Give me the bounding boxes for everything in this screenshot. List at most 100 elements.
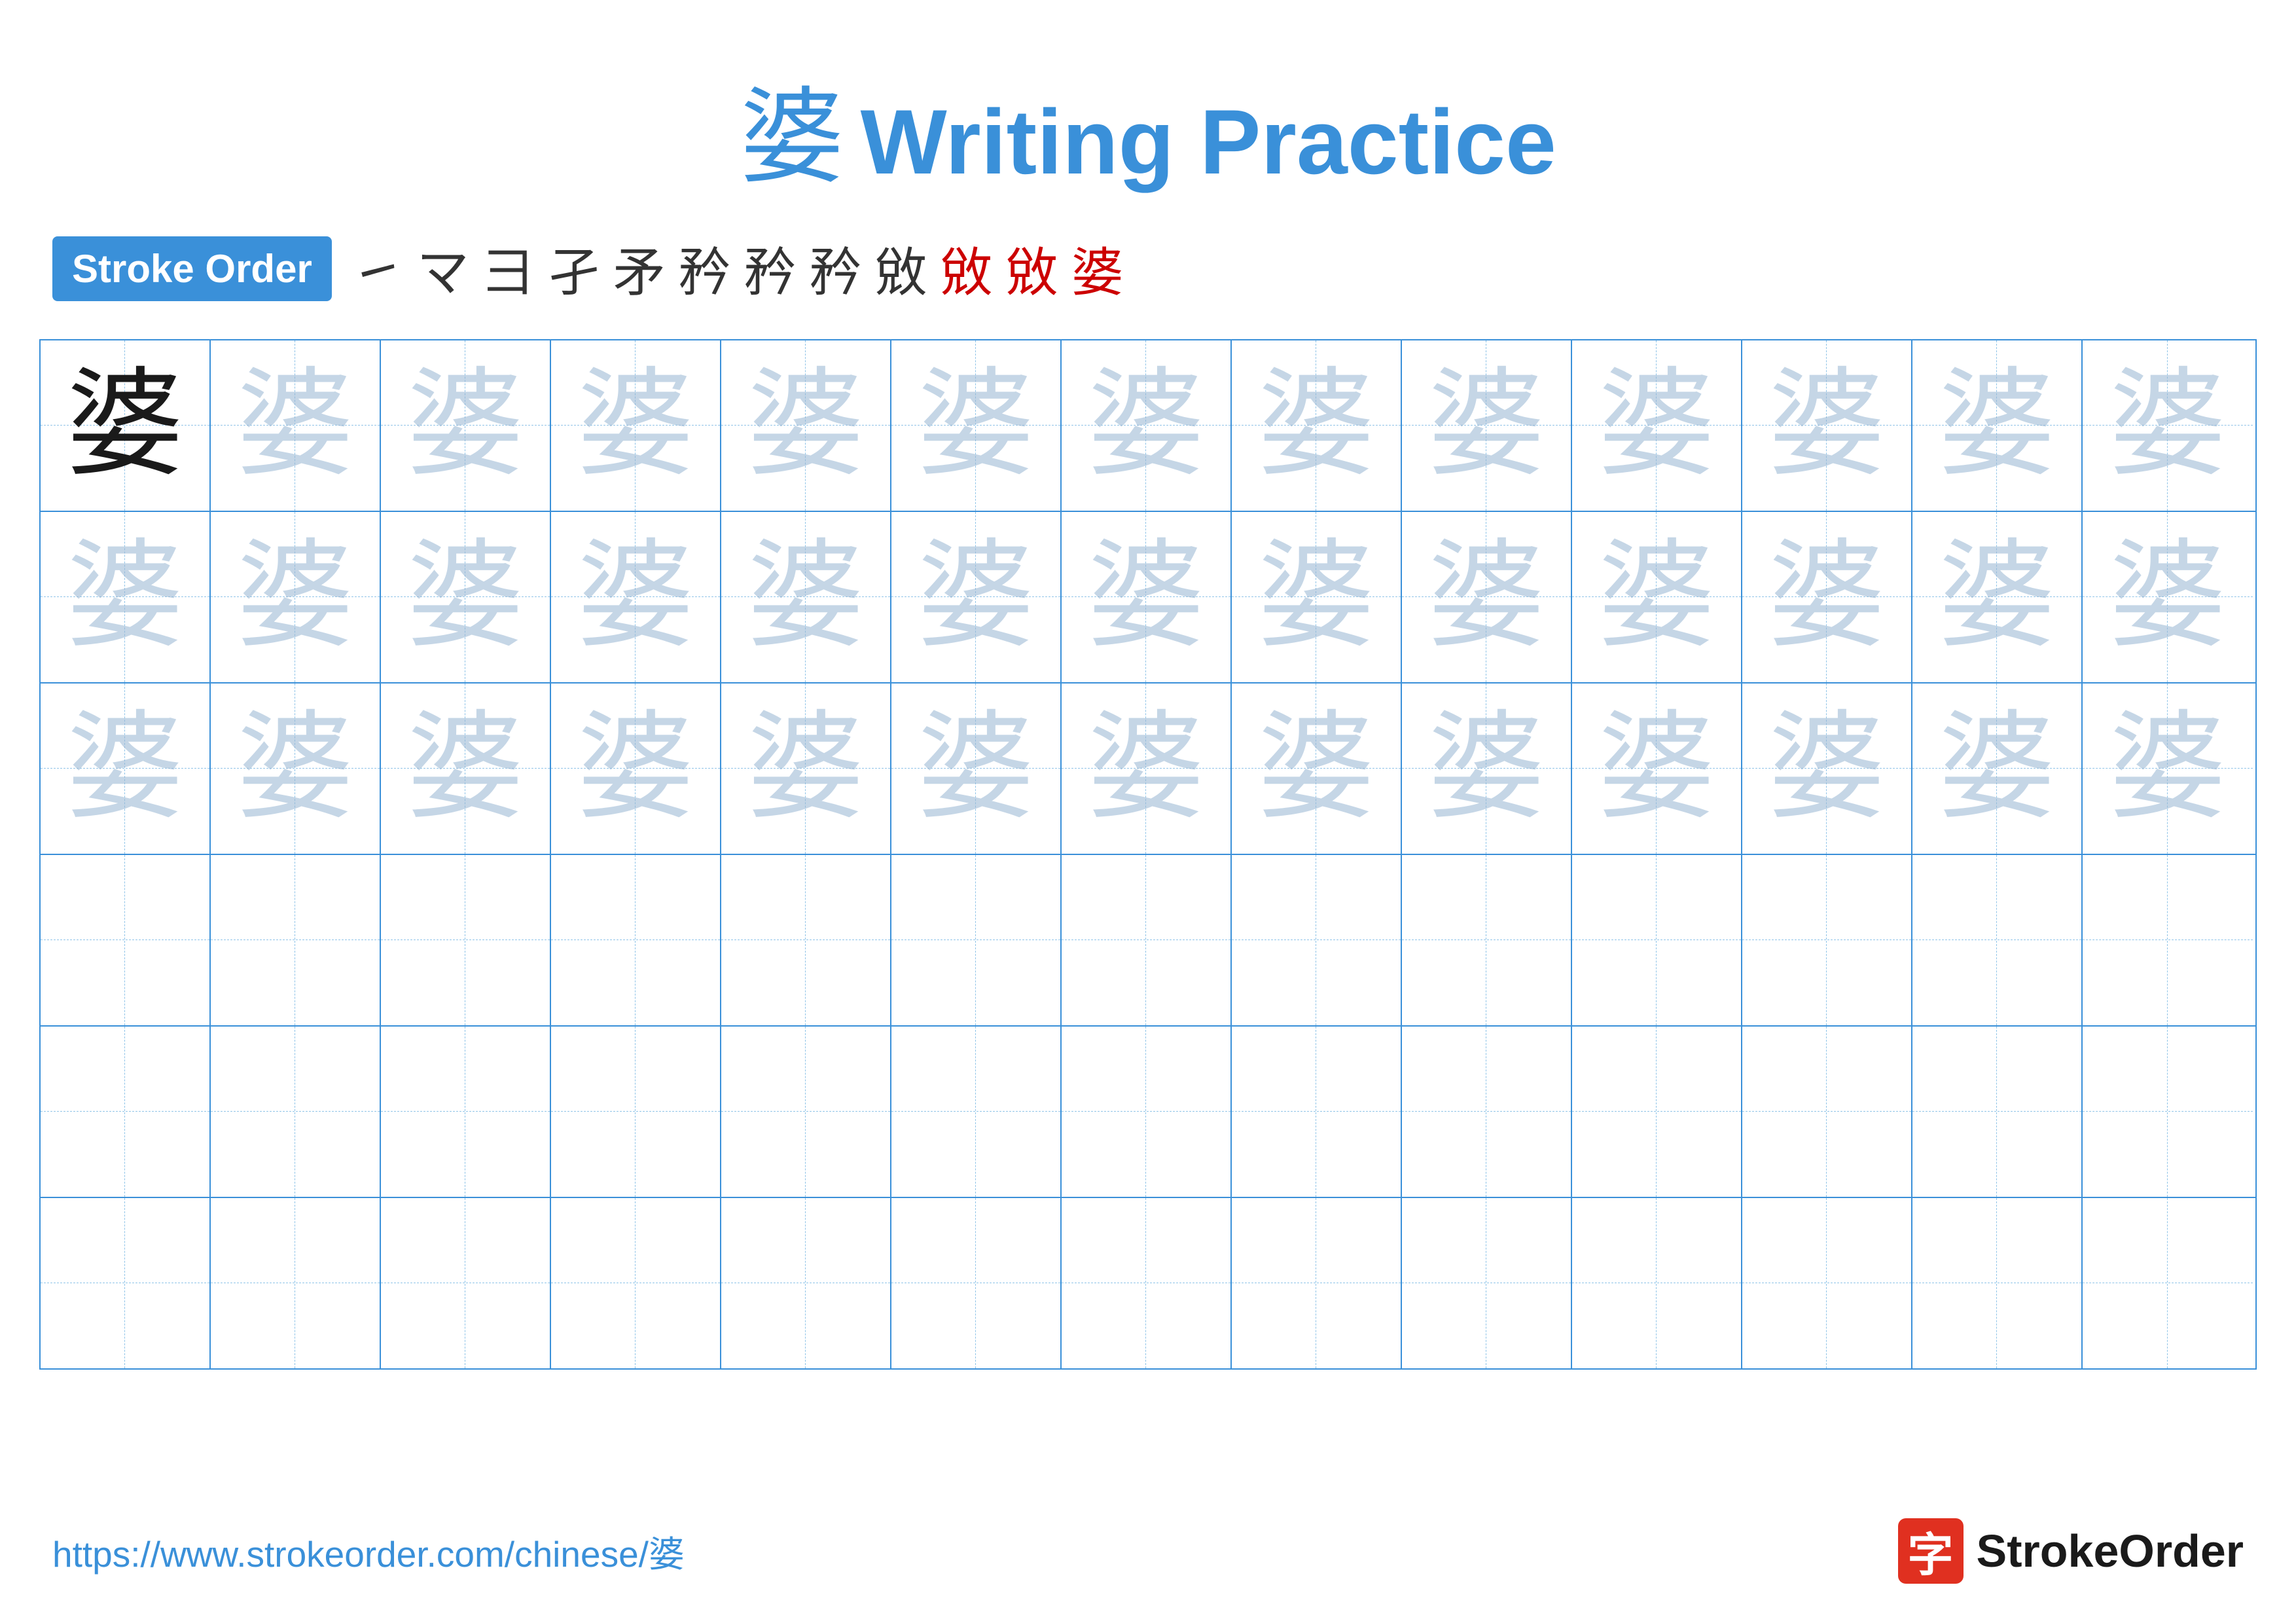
grid-cell-6-9 — [1402, 1198, 1572, 1368]
grid-cell-5-2 — [211, 1027, 381, 1197]
grid-cell-3-6: 婆 — [891, 684, 1062, 854]
grid-cell-4-1 — [41, 855, 211, 1025]
title-section: 婆 Writing Practice — [0, 0, 2296, 204]
char-light: 婆 — [917, 538, 1035, 656]
grid-cell-6-12 — [1912, 1198, 2083, 1368]
grid-cell-3-7: 婆 — [1062, 684, 1232, 854]
char-light: 婆 — [1598, 367, 1715, 484]
grid-row-3: 婆 婆 婆 婆 婆 婆 婆 婆 婆 婆 婆 婆 婆 — [41, 684, 2255, 855]
grid-cell-5-5 — [721, 1027, 891, 1197]
grid-cell-4-10 — [1572, 855, 1742, 1025]
char-light: 婆 — [236, 538, 354, 656]
char-light: 婆 — [577, 710, 694, 828]
char-light: 婆 — [747, 710, 865, 828]
grid-cell-4-9 — [1402, 855, 1572, 1025]
char-light: 婆 — [1768, 367, 1886, 484]
practice-grid: 婆 婆 婆 婆 婆 婆 婆 婆 婆 婆 婆 婆 婆 婆 婆 婆 婆 婆 婆 婆 … — [39, 339, 2257, 1370]
char-light: 婆 — [577, 538, 694, 656]
grid-row-5 — [41, 1027, 2255, 1198]
char-light: 婆 — [917, 367, 1035, 484]
stroke-order-badge: Stroke Order — [52, 236, 332, 301]
char-light: 婆 — [747, 538, 865, 656]
char-light: 婆 — [66, 538, 184, 656]
char-light: 婆 — [406, 710, 524, 828]
grid-cell-6-2 — [211, 1198, 381, 1368]
footer-logo: 字 StrokeOrder — [1898, 1518, 2244, 1584]
title-char: 婆 — [740, 80, 844, 196]
grid-cell-2-1: 婆 — [41, 512, 211, 682]
stroke-step-4: 孑 — [548, 230, 600, 306]
char-light: 婆 — [236, 710, 354, 828]
stroke-order-section: Stroke Order ㇀ マ 彐 孑 矛 矜 矜 矜 敓 敓 敓 婆 — [0, 230, 2296, 306]
grid-cell-4-12 — [1912, 855, 2083, 1025]
grid-cell-2-9: 婆 — [1402, 512, 1572, 682]
grid-cell-3-5: 婆 — [721, 684, 891, 854]
grid-cell-2-6: 婆 — [891, 512, 1062, 682]
char-light: 婆 — [577, 367, 694, 484]
grid-cell-3-11: 婆 — [1742, 684, 1912, 854]
grid-cell-4-11 — [1742, 855, 1912, 1025]
grid-cell-4-4 — [551, 855, 721, 1025]
grid-cell-4-3 — [381, 855, 551, 1025]
char-light: 婆 — [2109, 367, 2227, 484]
char-light: 婆 — [1257, 367, 1375, 484]
char-light: 婆 — [1768, 538, 1886, 656]
grid-cell-3-9: 婆 — [1402, 684, 1572, 854]
grid-cell-4-7 — [1062, 855, 1232, 1025]
char-light: 婆 — [1087, 367, 1205, 484]
grid-cell-6-3 — [381, 1198, 551, 1368]
grid-cell-3-13: 婆 — [2083, 684, 2253, 854]
grid-cell-6-11 — [1742, 1198, 1912, 1368]
grid-cell-1-10: 婆 — [1572, 340, 1742, 511]
grid-cell-6-5 — [721, 1198, 891, 1368]
grid-row-4 — [41, 855, 2255, 1027]
grid-cell-1-7: 婆 — [1062, 340, 1232, 511]
grid-cell-5-11 — [1742, 1027, 1912, 1197]
grid-cell-1-11: 婆 — [1742, 340, 1912, 511]
grid-cell-3-1: 婆 — [41, 684, 211, 854]
grid-cell-6-7 — [1062, 1198, 1232, 1368]
stroke-step-11: 敓 — [1006, 230, 1058, 306]
grid-row-2: 婆 婆 婆 婆 婆 婆 婆 婆 婆 婆 婆 婆 婆 — [41, 512, 2255, 684]
grid-cell-3-10: 婆 — [1572, 684, 1742, 854]
grid-cell-1-5: 婆 — [721, 340, 891, 511]
grid-cell-6-8 — [1232, 1198, 1402, 1368]
stroke-step-10: 敓 — [941, 230, 993, 306]
grid-cell-2-12: 婆 — [1912, 512, 2083, 682]
grid-cell-2-4: 婆 — [551, 512, 721, 682]
logo-icon: 字 — [1898, 1518, 1964, 1584]
grid-cell-5-4 — [551, 1027, 721, 1197]
char-light: 婆 — [917, 710, 1035, 828]
grid-cell-1-9: 婆 — [1402, 340, 1572, 511]
char-solid: 婆 — [66, 367, 184, 484]
grid-cell-3-8: 婆 — [1232, 684, 1402, 854]
stroke-step-5: 矛 — [613, 230, 666, 306]
char-light: 婆 — [1938, 367, 2056, 484]
grid-cell-5-9 — [1402, 1027, 1572, 1197]
footer: https://www.strokeorder.com/chinese/婆 字 … — [0, 1518, 2296, 1584]
grid-cell-4-2 — [211, 855, 381, 1025]
stroke-step-9: 敓 — [875, 230, 927, 306]
grid-cell-5-8 — [1232, 1027, 1402, 1197]
grid-cell-4-6 — [891, 855, 1062, 1025]
stroke-step-8: 矜 — [810, 230, 862, 306]
grid-cell-5-6 — [891, 1027, 1062, 1197]
logo-text: StrokeOrder — [1977, 1525, 2244, 1577]
grid-cell-2-13: 婆 — [2083, 512, 2253, 682]
grid-cell-1-1: 婆 — [41, 340, 211, 511]
grid-cell-2-5: 婆 — [721, 512, 891, 682]
grid-cell-1-6: 婆 — [891, 340, 1062, 511]
stroke-step-1: ㇀ — [351, 230, 404, 306]
grid-cell-4-8 — [1232, 855, 1402, 1025]
grid-cell-6-13 — [2083, 1198, 2253, 1368]
grid-cell-1-13: 婆 — [2083, 340, 2253, 511]
grid-cell-5-13 — [2083, 1027, 2253, 1197]
char-light: 婆 — [1427, 538, 1545, 656]
grid-cell-1-4: 婆 — [551, 340, 721, 511]
grid-cell-6-6 — [891, 1198, 1062, 1368]
char-light: 婆 — [2109, 538, 2227, 656]
char-light: 婆 — [1257, 710, 1375, 828]
char-light: 婆 — [1087, 710, 1205, 828]
char-light: 婆 — [406, 367, 524, 484]
footer-url[interactable]: https://www.strokeorder.com/chinese/婆 — [52, 1525, 685, 1577]
